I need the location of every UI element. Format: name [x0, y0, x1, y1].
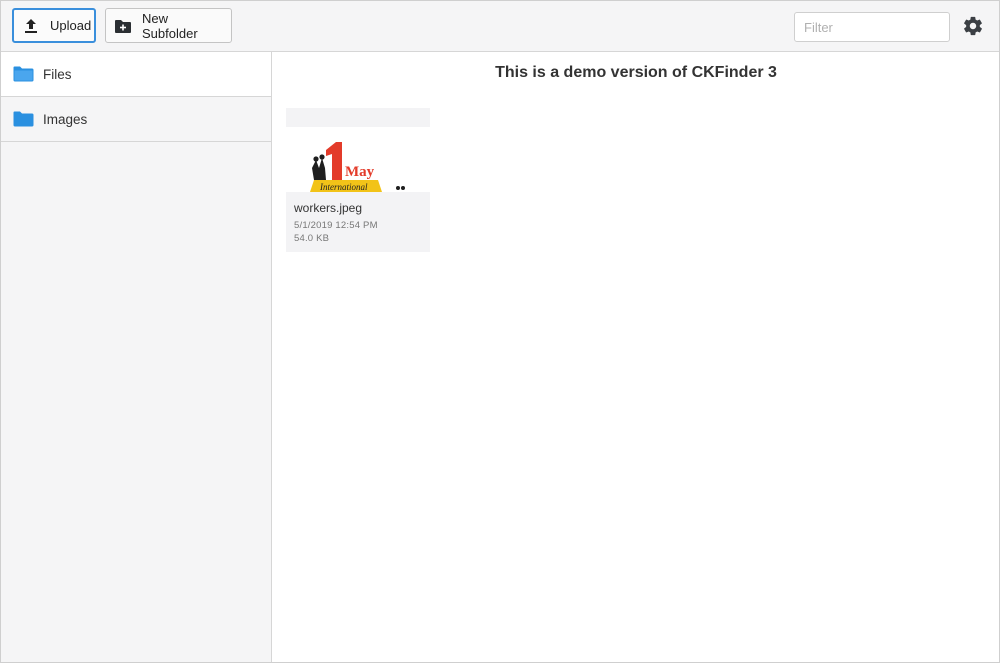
- gear-icon[interactable]: [962, 15, 984, 37]
- file-thumbnail: May International: [286, 108, 430, 192]
- sidebar-item-label: Files: [43, 66, 72, 82]
- folder-tree: Files Images: [1, 52, 272, 662]
- file-area: This is a demo version of CKFinder 3 May…: [273, 52, 999, 662]
- filter-input[interactable]: [794, 12, 950, 42]
- sidebar-item-files[interactable]: Files: [1, 52, 271, 97]
- folder-icon: [13, 66, 34, 82]
- new-subfolder-button[interactable]: New Subfolder: [105, 8, 232, 43]
- sidebar-item-images[interactable]: Images: [1, 97, 271, 142]
- upload-label: Upload: [50, 18, 92, 33]
- ckfinder-window: Upload New Subfolder Filter Files Images…: [0, 0, 1000, 663]
- file-size: 54.0 KB: [294, 233, 330, 244]
- demo-banner: This is a demo version of CKFinder 3: [495, 64, 777, 81]
- sidebar-item-label: Images: [43, 111, 88, 127]
- folder-icon: [13, 111, 34, 127]
- upload-icon: [22, 17, 40, 35]
- file-name: workers.jpeg: [294, 201, 363, 215]
- upload-button[interactable]: Upload: [12, 8, 96, 43]
- file-date: 5/1/2019 12:54 PM: [294, 220, 378, 231]
- folder-plus-icon: [114, 17, 132, 35]
- toolbar: Upload New Subfolder: [1, 1, 999, 52]
- file-tile[interactable]: May International workers.jpeg 5/1/2019 …: [286, 108, 430, 252]
- new-subfolder-label: New Subfolder: [142, 10, 198, 41]
